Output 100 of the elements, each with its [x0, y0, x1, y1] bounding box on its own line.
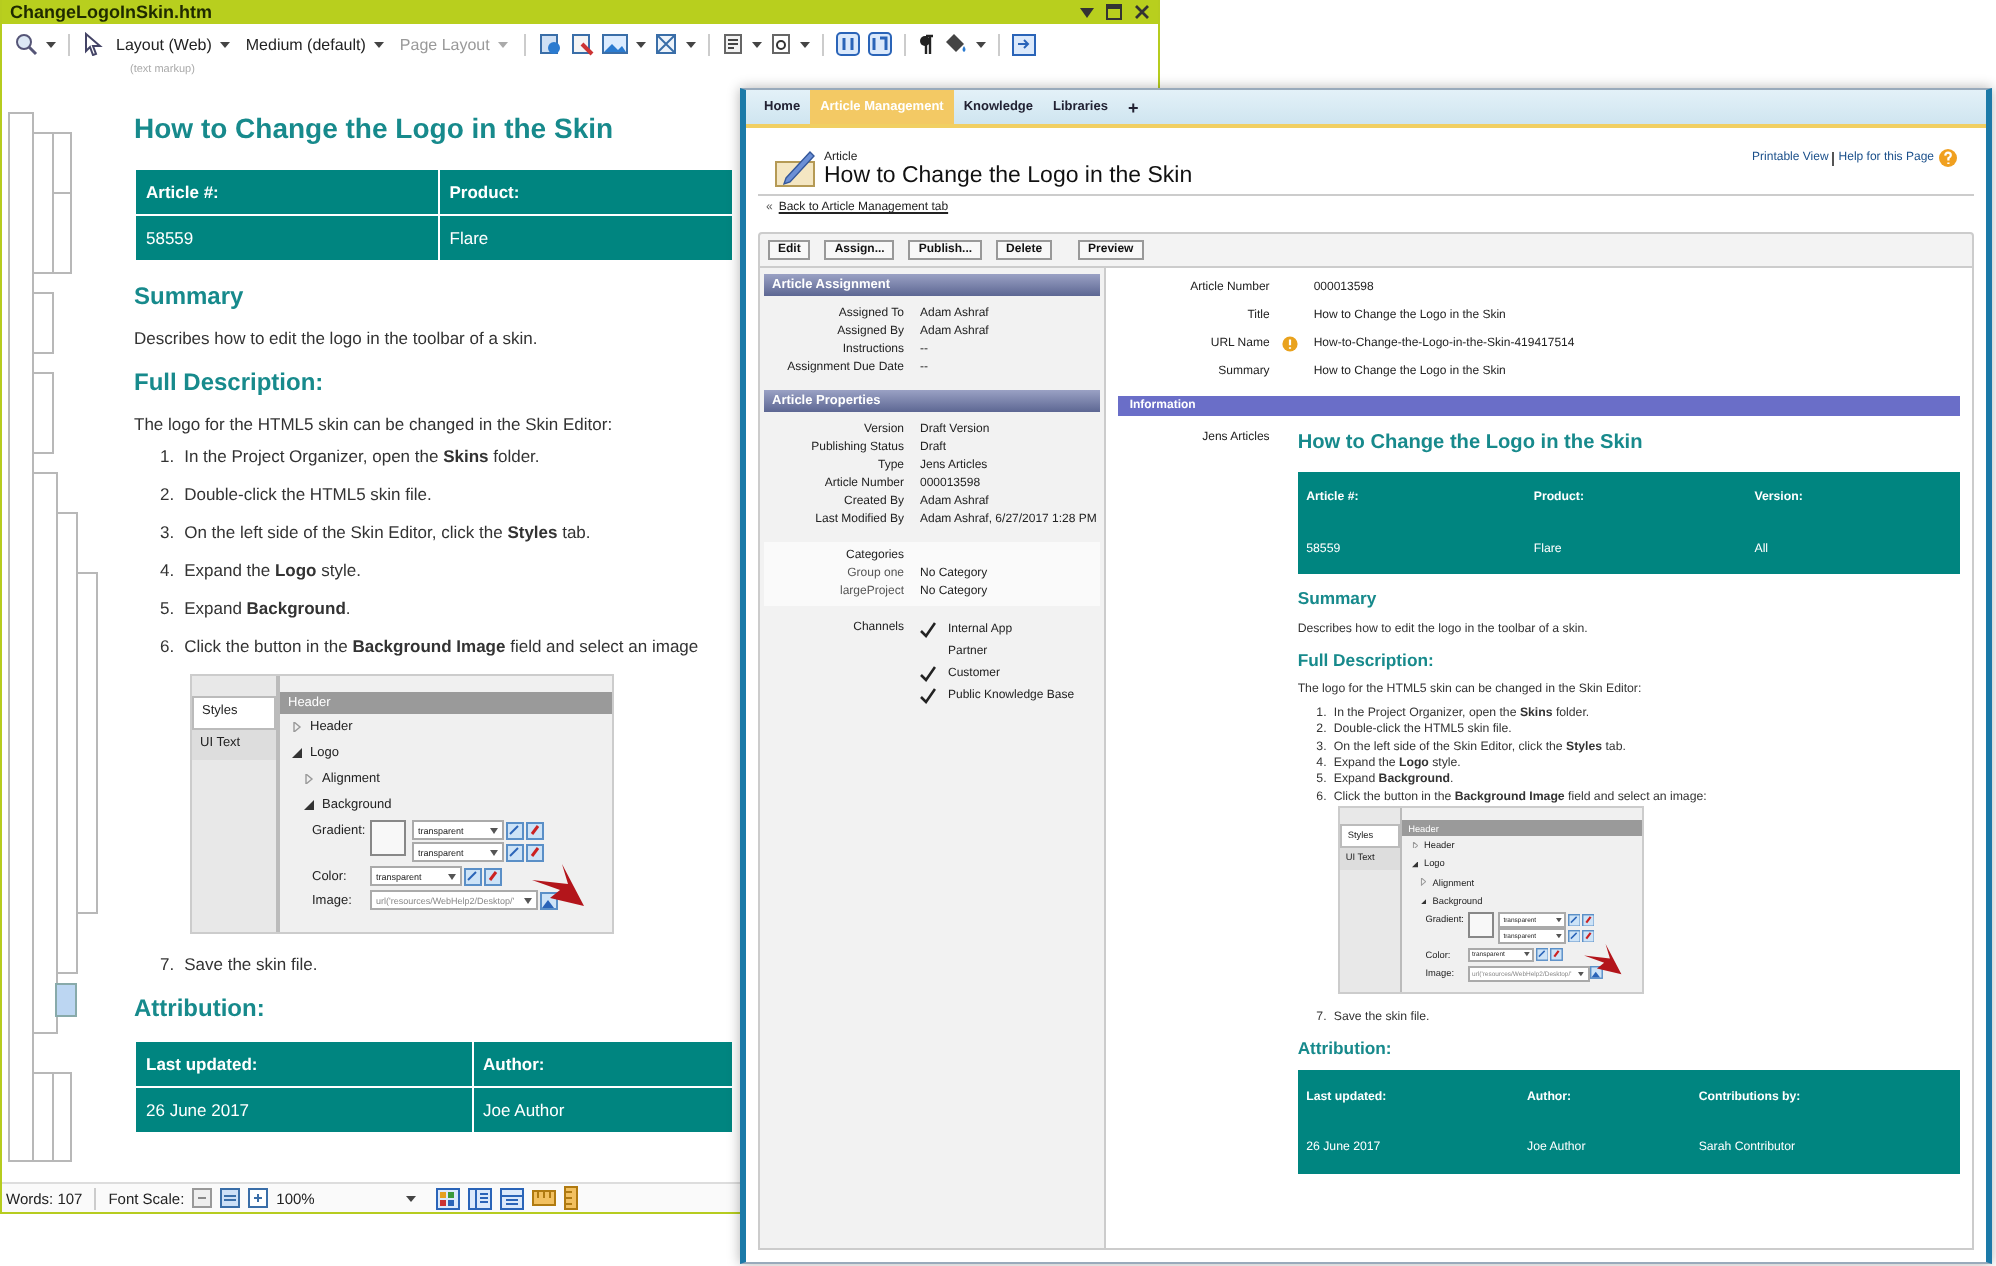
section-heading: Attribution:: [134, 994, 267, 1022]
maximize-icon[interactable]: [1106, 4, 1122, 20]
section-heading: Summary: [1297, 588, 1379, 609]
expander-icon[interactable]: [304, 800, 314, 810]
window-icon[interactable]: [653, 32, 678, 56]
step-number: 7.: [160, 954, 175, 974]
section-heading: Full Description:: [1297, 649, 1436, 670]
step-text: Double-click the HTML5 skin file.: [184, 484, 432, 504]
text-box-icon[interactable]: [769, 32, 792, 56]
step-text: Save the skin file.: [184, 954, 318, 974]
close-icon[interactable]: [1134, 4, 1150, 20]
caret-icon[interactable]: [799, 41, 810, 47]
pencil-paper-icon: [774, 148, 818, 188]
image-icon[interactable]: [601, 32, 628, 56]
ruler-icon[interactable]: [532, 1190, 557, 1206]
gradient-swatch[interactable]: [1467, 911, 1495, 939]
layout-icon[interactable]: [500, 1187, 525, 1209]
edit-icon[interactable]: [464, 867, 482, 885]
edit-icon[interactable]: [1567, 930, 1581, 943]
caret-icon: [497, 41, 508, 47]
caret-icon[interactable]: [46, 41, 56, 47]
article-title: How to Change the Logo in the Skin: [1297, 432, 1645, 454]
layout-icon[interactable]: [468, 1187, 493, 1209]
edit-icon[interactable]: [1535, 948, 1549, 962]
plus-icon[interactable]: [248, 1188, 269, 1208]
file-tab-title[interactable]: ChangeLogoInSkin.htm: [10, 2, 212, 22]
paragraph-mark-icon[interactable]: [917, 33, 934, 55]
section-heading: Attribution:: [1297, 1037, 1394, 1058]
pin-icon[interactable]: [484, 867, 502, 885]
paragraph: The logo for the HTML5 skin can be changed in the Skin Editor:: [134, 414, 615, 434]
table-header-cell: Author:: [472, 1041, 733, 1087]
expander-icon[interactable]: [1419, 897, 1427, 905]
layout-dropdown[interactable]: Layout (Web): [112, 35, 234, 53]
document-icon[interactable]: [569, 32, 594, 56]
edit-icon[interactable]: [506, 843, 524, 861]
step-text: Expand the Logo style.: [184, 560, 361, 580]
edit-icon[interactable]: [1567, 913, 1581, 927]
pin-icon[interactable]: [1581, 913, 1595, 927]
image-icon[interactable]: [540, 891, 558, 909]
step-text: On the left side of the Skin Editor, click the Styles tab.: [184, 522, 591, 542]
pointer-arrow-icon: [1584, 944, 1623, 976]
section-heading: Summary: [134, 282, 246, 310]
paint-bucket-icon[interactable]: [941, 32, 968, 56]
caret-icon: [448, 873, 456, 879]
minus-icon[interactable]: [192, 1188, 213, 1208]
pin-icon[interactable]: [526, 821, 544, 839]
caret-icon[interactable]: [1080, 7, 1094, 17]
ruler-icon[interactable]: [564, 1186, 579, 1210]
edit-icon[interactable]: [506, 821, 524, 839]
caret-icon[interactable]: [685, 41, 696, 47]
color-grid-icon[interactable]: [436, 1187, 461, 1209]
pin-icon[interactable]: [1550, 948, 1564, 962]
table-header-cell: Last updated:: [135, 1041, 473, 1087]
caret-icon: [490, 827, 498, 833]
caret-icon: [490, 849, 498, 855]
table-header-cell: Product:: [438, 169, 733, 215]
pin-icon[interactable]: [1581, 930, 1595, 943]
paragraph: Describes how to edit the logo in the toolbar of a skin.: [134, 328, 540, 348]
caret-icon[interactable]: [751, 41, 762, 47]
caret-icon: [1555, 917, 1561, 922]
pointer-arrow-icon: [532, 864, 584, 908]
table-cell: 58559: [135, 215, 439, 261]
step-text: Expand Background.: [184, 598, 351, 618]
step-number: 3.: [160, 522, 175, 542]
expander-icon[interactable]: [1411, 860, 1419, 868]
caret-icon: [406, 1195, 417, 1201]
gradient-swatch[interactable]: [370, 820, 406, 856]
caret-icon: [524, 897, 532, 903]
layout-dropdown[interactable]: Medium (default): [241, 35, 388, 53]
section-heading: Full Description:: [134, 368, 326, 396]
pointer-icon[interactable]: [82, 32, 104, 56]
text-box-icon[interactable]: [721, 32, 744, 56]
window-icon[interactable]: [1011, 33, 1036, 55]
caret-icon[interactable]: [975, 41, 986, 47]
table-cell: Flare: [438, 215, 733, 261]
pin-icon[interactable]: [526, 843, 544, 861]
step-number: 4.: [160, 560, 175, 580]
table-cell: 26 June 2017: [135, 1087, 473, 1133]
step-number: 1.: [160, 446, 175, 466]
add-tab-button[interactable]: +: [1117, 90, 1149, 124]
grid-icon[interactable]: [220, 1188, 241, 1208]
document-icon[interactable]: [537, 32, 562, 56]
columns-icon[interactable]: [835, 32, 860, 56]
columns-icon[interactable]: [867, 32, 892, 56]
table-cell: Joe Author: [472, 1087, 733, 1133]
page-title: How to Change the Logo in the Skin: [824, 164, 1193, 188]
caret-icon: [1555, 934, 1561, 939]
step-number: 6.: [160, 636, 175, 656]
step-number: 5.: [160, 598, 175, 618]
table-header-cell: Article #:: [135, 169, 439, 215]
step-number: 2.: [160, 484, 175, 504]
search-icon[interactable]: [14, 32, 38, 56]
expander-icon[interactable]: [292, 748, 302, 758]
caret-icon: [219, 41, 230, 47]
step-text: In the Project Organizer, open the Skins folder.: [184, 446, 540, 466]
caret-icon: [373, 41, 384, 47]
caret-icon: [1523, 952, 1530, 958]
step-text: Click the button in the Background Image field and select an image: [184, 636, 699, 656]
caret-icon[interactable]: [635, 41, 646, 47]
caret-icon: [1578, 971, 1585, 976]
